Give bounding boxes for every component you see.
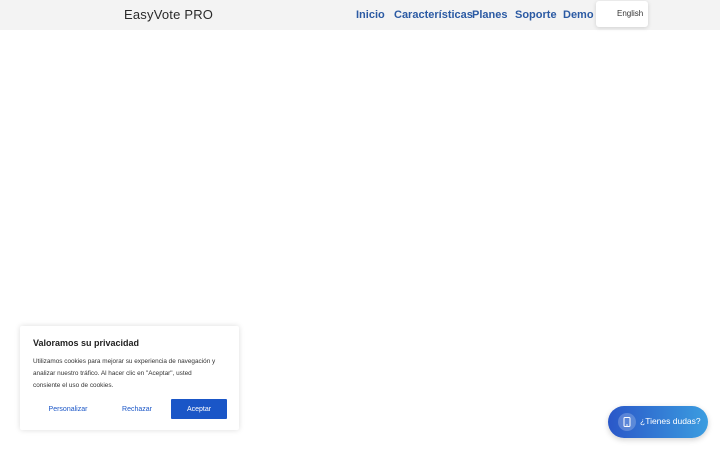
- brand-logo-text[interactable]: EasyVote PRO: [124, 7, 213, 22]
- nav-link-inicio[interactable]: Inicio: [356, 9, 385, 21]
- cookie-consent-banner: Valoramos su privacidad Utilizamos cooki…: [20, 326, 239, 430]
- nav-link-caracteristicas[interactable]: Características: [394, 9, 473, 21]
- cookie-title: Valoramos su privacidad: [33, 338, 140, 348]
- phone-icon: [618, 413, 636, 431]
- cookie-description: Utilizamos cookies para mejorar su exper…: [33, 358, 216, 389]
- language-selector[interactable]: English: [596, 1, 648, 27]
- customize-cookies-button[interactable]: Personalizar: [33, 399, 103, 419]
- accept-cookies-button[interactable]: Aceptar: [171, 399, 227, 419]
- nav-link-planes[interactable]: Planes: [472, 9, 507, 21]
- reject-cookies-button[interactable]: Rechazar: [102, 399, 172, 419]
- help-label: ¿Tienes dudas?: [640, 416, 701, 426]
- nav-link-soporte[interactable]: Soporte: [515, 9, 557, 21]
- help-chat-button[interactable]: ¿Tienes dudas?: [608, 406, 708, 438]
- language-label: English: [617, 9, 644, 18]
- nav-link-demo[interactable]: Demo: [563, 9, 594, 21]
- site-header: EasyVote PRO Inicio Características Plan…: [0, 0, 720, 30]
